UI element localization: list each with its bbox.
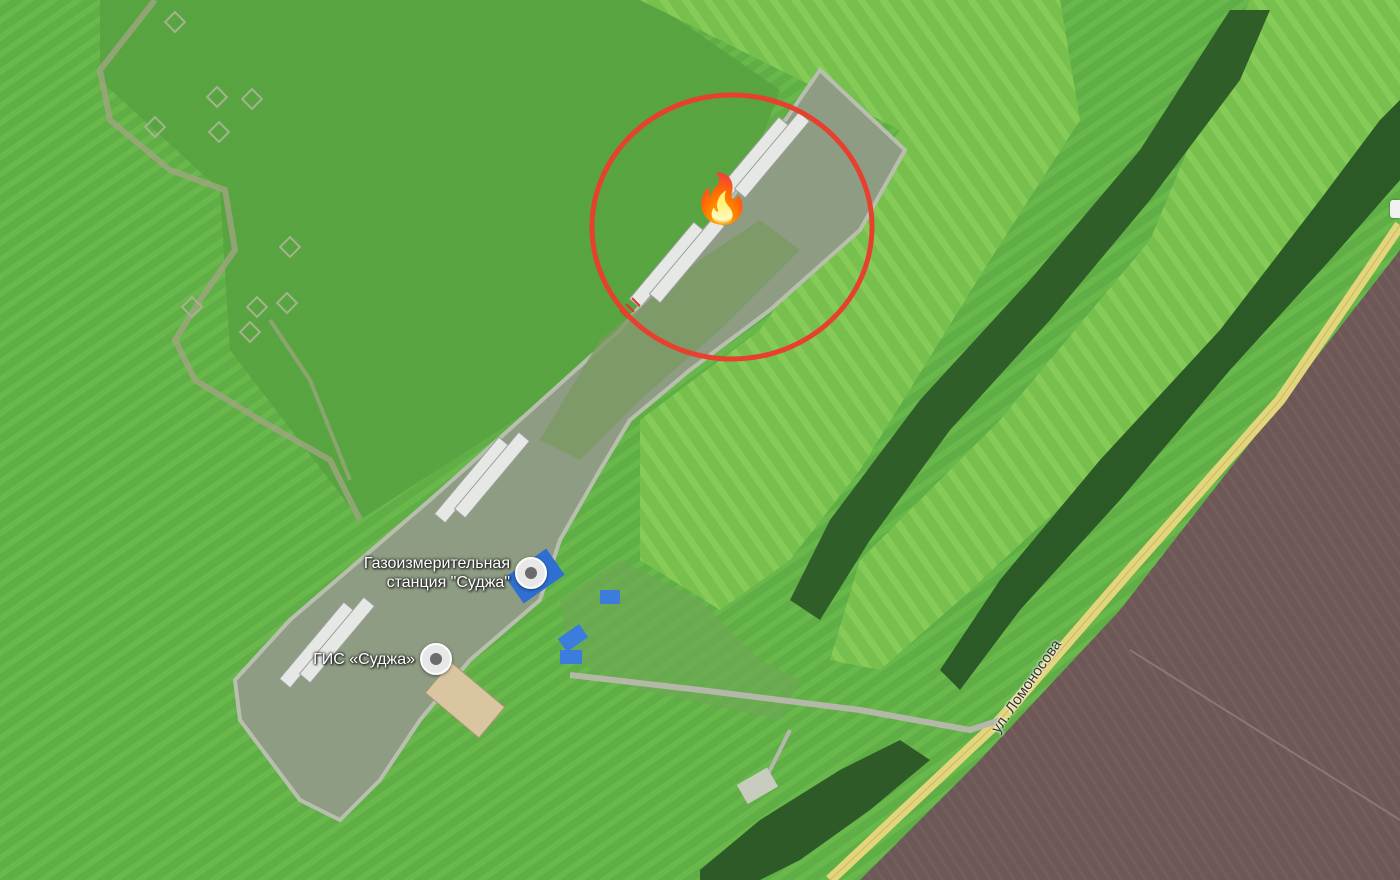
station-label-line1: Газоизмерительная: [363, 555, 510, 572]
station-label[interactable]: Газоизмерительная станция "Суджа": [300, 554, 510, 592]
station-pin-icon[interactable]: [515, 557, 547, 589]
edge-marker: [1390, 200, 1400, 218]
station-label-line2: станция "Суджа": [386, 574, 510, 591]
gis-pin-icon[interactable]: [420, 643, 452, 675]
fire-icon: 🔥: [692, 173, 752, 226]
satellite-imagery: [0, 0, 1400, 880]
gis-label[interactable]: ГИС «Суджа»: [270, 650, 415, 669]
satellite-map[interactable]: 🔥 Газоизмерительная станция "Суджа" ГИС …: [0, 0, 1400, 880]
